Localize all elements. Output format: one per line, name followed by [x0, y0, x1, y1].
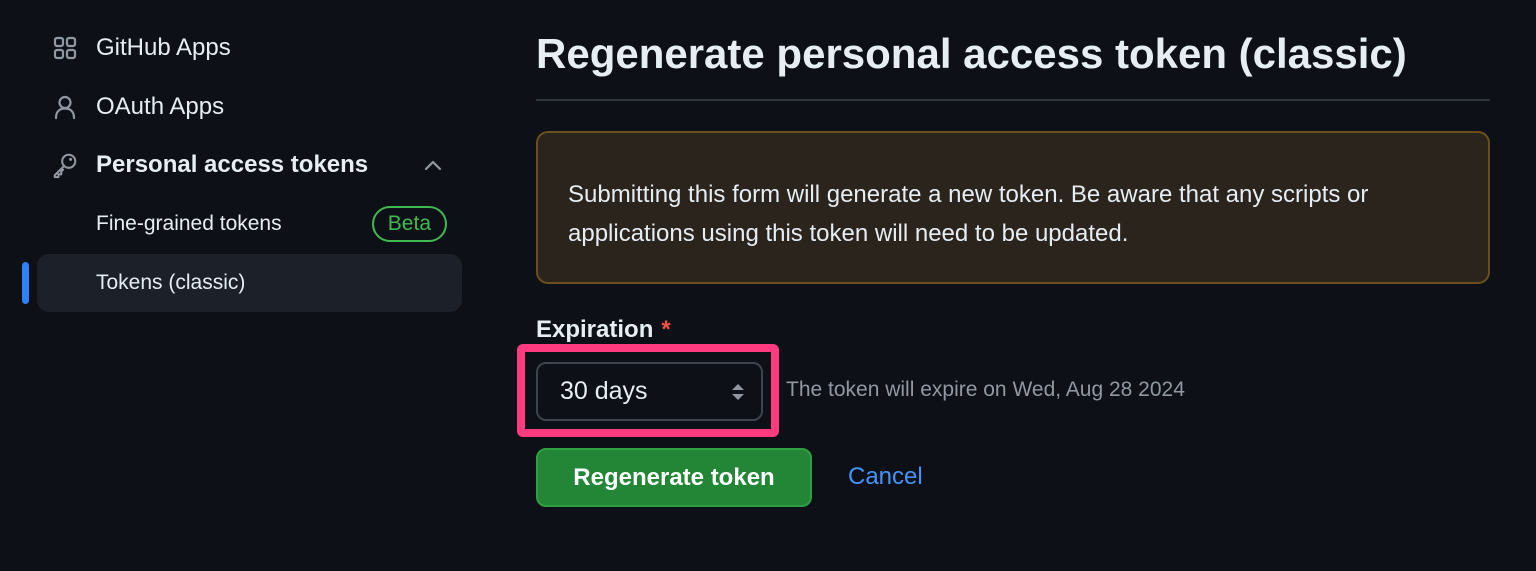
sidebar-item-tokens-classic[interactable]: Tokens (classic)	[37, 254, 462, 312]
expiration-note: The token will expire on Wed, Aug 28 202…	[786, 378, 1185, 401]
settings-sidebar: GitHub Apps OAuth Apps Personal access t…	[0, 0, 470, 571]
apps-icon	[51, 34, 79, 62]
title-divider	[536, 99, 1490, 101]
warning-flash-text: Submitting this form will generate a new…	[568, 181, 1369, 247]
expiration-label: Expiration *	[536, 316, 671, 344]
beta-badge: Beta	[371, 206, 447, 242]
chevron-up-icon[interactable]	[422, 154, 444, 176]
person-icon	[51, 93, 79, 121]
key-icon	[51, 151, 79, 179]
regenerate-token-button[interactable]: Regenerate token	[536, 448, 812, 507]
expiration-select[interactable]: 30 days	[536, 362, 763, 421]
page: GitHub Apps OAuth Apps Personal access t…	[0, 0, 1536, 571]
required-mark: *	[661, 316, 671, 343]
expiration-label-text: Expiration	[536, 316, 654, 343]
sidebar-item-label: Fine-grained tokens	[96, 212, 282, 235]
sidebar-item-label: GitHub Apps	[96, 34, 231, 61]
sidebar-item-oauth-apps[interactable]: OAuth Apps	[37, 80, 462, 134]
page-title: Regenerate personal access token (classi…	[536, 30, 1407, 77]
select-caret-icon	[729, 380, 747, 404]
sidebar-item-personal-access-tokens[interactable]: Personal access tokens	[37, 138, 462, 192]
cancel-link[interactable]: Cancel	[848, 463, 923, 491]
sidebar-item-label: Tokens (classic)	[96, 271, 246, 294]
warning-flash: Submitting this form will generate a new…	[536, 131, 1490, 284]
sidebar-item-fine-grained-tokens[interactable]: Fine-grained tokens Beta	[37, 197, 462, 251]
sidebar-item-label: OAuth Apps	[96, 93, 225, 120]
active-indicator	[22, 262, 29, 304]
expiration-select-value: 30 days	[560, 377, 648, 405]
main-content: Regenerate personal access token (classi…	[517, 0, 1490, 571]
sidebar-item-label: Personal access tokens	[96, 151, 369, 178]
sidebar-item-github-apps[interactable]: GitHub Apps	[37, 21, 462, 75]
